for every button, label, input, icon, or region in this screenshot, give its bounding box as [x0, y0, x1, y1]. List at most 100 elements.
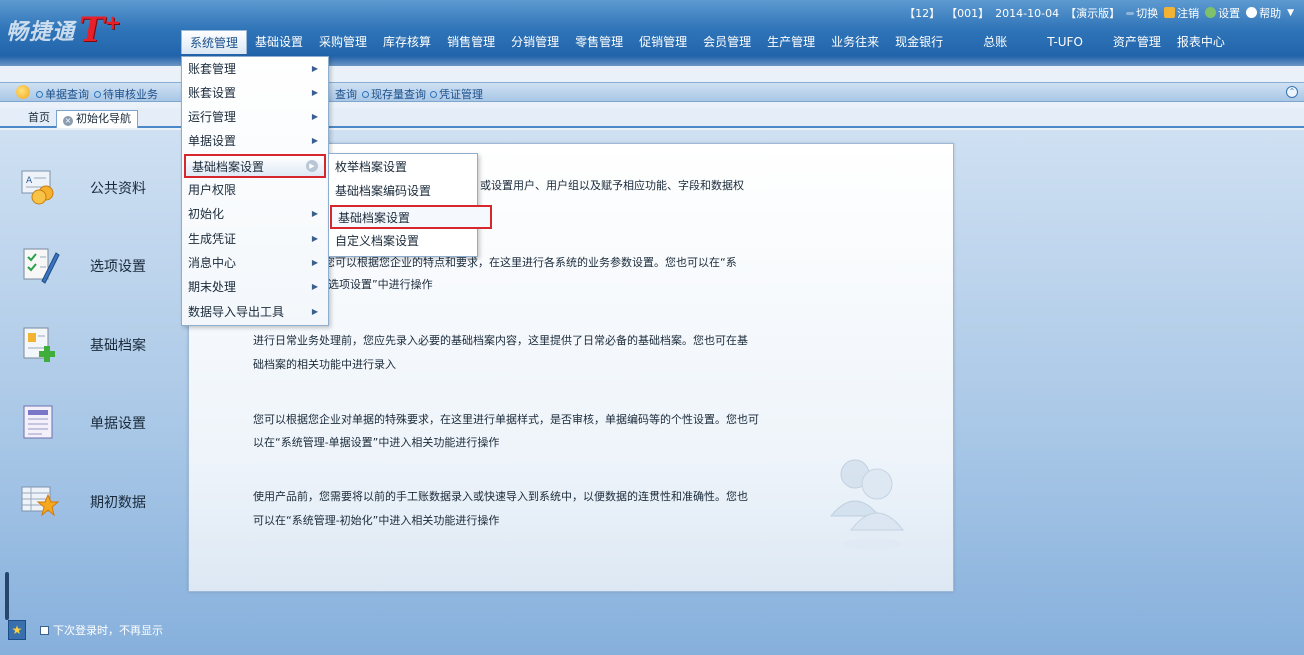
- chevron-right-icon: ▶: [311, 307, 318, 316]
- chevron-right-icon: ▶: [311, 282, 318, 291]
- close-icon[interactable]: ×: [63, 116, 73, 126]
- logout-link[interactable]: 注销: [1164, 5, 1199, 21]
- option-settings-icon: [20, 247, 60, 285]
- chevron-right-icon: ▶: [311, 258, 318, 267]
- dropdown-item-document-settings[interactable]: 单据设置 ▶: [182, 130, 328, 154]
- nav-document-settings[interactable]: 单据设置: [20, 400, 180, 446]
- help-link[interactable]: 帮助: [1246, 5, 1281, 21]
- menu-retail[interactable]: 零售管理: [567, 30, 631, 54]
- guide-text-basic-archives: 进行日常业务处理前，您应先录入必要的基础档案内容，这里提供了日常必备的基础档案。…: [253, 334, 748, 347]
- chevron-right-icon: ▶: [311, 88, 318, 97]
- menu-distribution[interactable]: 分销管理: [503, 30, 567, 54]
- no-show-next-login-checkbox[interactable]: 下次登录时，不再显示: [40, 622, 163, 638]
- guide-text-opening-data: 使用产品前，您需要将以前的手工账数据录入或快速导入到系统中，以便数据的连贯性和准…: [253, 490, 748, 503]
- guide-text-document-settings-2: 以在“系统管理-单据设置”中进入相关功能进行操作: [253, 436, 500, 449]
- quick-link-voucher[interactable]: 凭证管理: [430, 86, 483, 102]
- status-strip: 【12】 【001】 2014-10-04 【演示版】 切换 注销 设置 帮助 …: [904, 5, 1294, 21]
- logo-brand: 畅捷通: [6, 19, 76, 45]
- collapse-icon[interactable]: ⌃: [1286, 86, 1298, 98]
- document-settings-icon: [20, 404, 60, 442]
- menu-promotion[interactable]: 促销管理: [631, 30, 695, 54]
- opening-data-icon: [20, 483, 60, 521]
- dropdown-item-run-management[interactable]: 运行管理 ▶: [182, 106, 328, 130]
- chevron-down-icon[interactable]: ▼: [1287, 8, 1294, 18]
- submenu-item-archive-coding[interactable]: 基础档案编码设置: [329, 180, 477, 204]
- dropdown-item-generate-voucher[interactable]: 生成凭证 ▶: [182, 228, 328, 252]
- favorites-star-icon[interactable]: ★: [8, 620, 26, 640]
- menu-t-ufo[interactable]: T-UFO: [1039, 30, 1091, 54]
- system-management-dropdown: 账套管理 ▶ 账套设置 ▶ 运行管理 ▶ 单据设置 ▶ 基础档案设置 ▶ 用户权限 初始化…: [181, 56, 329, 326]
- bottom-bar: ★ 下次登录时，不再显示: [0, 572, 1304, 655]
- guide-text-basic-archives-2: 础档案的相关功能中进行录入: [253, 358, 396, 371]
- svg-text:A: A: [26, 176, 33, 186]
- submenu-item-basic-archive-settings[interactable]: 基础档案设置: [330, 205, 492, 229]
- switch-icon: [1126, 12, 1135, 15]
- nav-option-settings-label: 选项设置: [90, 259, 146, 275]
- main-menubar: 系统管理 基础设置 采购管理 库存核算 销售管理 分销管理 零售管理 促销管理 …: [181, 30, 1233, 56]
- status-account: 【001】: [946, 7, 990, 20]
- nav-option-settings[interactable]: 选项设置: [20, 243, 180, 289]
- nav-public-data-label: 公共资料: [90, 181, 146, 197]
- status-date: 2014-10-04: [995, 6, 1060, 20]
- menu-reports[interactable]: 报表中心: [1169, 30, 1233, 54]
- nav-public-data[interactable]: A 公共资料: [20, 165, 180, 211]
- basic-archive-submenu: 枚举档案设置 基础档案编码设置 基础档案设置 自定义档案设置: [328, 153, 492, 257]
- quick-link-query[interactable]: 查询: [335, 86, 357, 102]
- guide-text-document-settings: 您可以根据您企业对单据的特殊要求，在这里进行单据样式，是否审核，单据编码等的个性…: [253, 413, 759, 426]
- menu-membership[interactable]: 会员管理: [695, 30, 759, 54]
- dropdown-item-basic-archive-settings[interactable]: 基础档案设置 ▶: [184, 154, 326, 178]
- guide-text-opening-data-2: 可以在“系统管理-初始化”中进入相关功能进行操作: [253, 514, 500, 527]
- tab-home[interactable]: 首页: [22, 110, 56, 128]
- sun-icon: [16, 85, 30, 99]
- chevron-right-icon: ▶: [306, 160, 318, 172]
- checkbox-icon[interactable]: [40, 626, 49, 635]
- menu-cash-bank[interactable]: 现金银行: [887, 30, 951, 54]
- dropdown-item-period-end[interactable]: 期末处理 ▶: [182, 276, 328, 300]
- quick-link-doc-query[interactable]: 单据查询: [36, 86, 89, 102]
- menu-general-ledger[interactable]: 总账: [975, 30, 1015, 54]
- dropdown-item-message-center[interactable]: 消息中心 ▶: [182, 252, 328, 276]
- lock-icon: [1164, 7, 1176, 18]
- menu-assets[interactable]: 资产管理: [1105, 30, 1169, 54]
- menu-production[interactable]: 生产管理: [759, 30, 823, 54]
- nav-opening-data[interactable]: 期初数据: [20, 479, 180, 525]
- chevron-right-icon: ▶: [311, 136, 318, 145]
- dropdown-item-account-settings[interactable]: 账套设置 ▶: [182, 82, 328, 106]
- nav-basic-archives-label: 基础档案: [90, 338, 146, 354]
- favorites-drawer-handle[interactable]: [5, 572, 9, 620]
- menu-inventory[interactable]: 库存核算: [375, 30, 439, 54]
- guide-text-public-data: ，或设置用户、用户组以及赋予相应功能、字段和数据权: [469, 179, 744, 192]
- menu-system-management[interactable]: 系统管理: [181, 30, 248, 54]
- logo-product: T+: [79, 10, 122, 50]
- public-data-icon: A: [20, 169, 60, 207]
- submenu-item-custom-archive[interactable]: 自定义档案设置: [329, 230, 477, 254]
- dropdown-item-data-import-export[interactable]: 数据导入导出工具 ▶: [182, 301, 328, 325]
- gear-icon: [1205, 7, 1217, 18]
- chevron-right-icon: ▶: [311, 112, 318, 121]
- chevron-right-icon: ▶: [311, 64, 318, 73]
- menu-sales[interactable]: 销售管理: [439, 30, 503, 54]
- menu-purchase[interactable]: 采购管理: [311, 30, 375, 54]
- guide-text-option-settings-2: 置-选项设置”中进行操作: [313, 278, 433, 291]
- dropdown-item-initialization[interactable]: 初始化 ▶: [182, 203, 328, 227]
- quick-link-pending[interactable]: 待审核业务: [94, 86, 158, 102]
- nav-document-settings-label: 单据设置: [90, 416, 146, 432]
- switch-link[interactable]: 切换: [1126, 5, 1158, 21]
- basic-archives-icon: [20, 326, 60, 364]
- quick-link-stock-query[interactable]: 现存量查询: [362, 86, 426, 102]
- menu-business[interactable]: 业务往来: [823, 30, 887, 54]
- dropdown-item-user-permissions[interactable]: 用户权限: [182, 179, 328, 203]
- settings-link[interactable]: 设置: [1205, 5, 1240, 21]
- chevron-right-icon: ▶: [311, 234, 318, 243]
- users-watermark-icon: [821, 452, 911, 552]
- help-icon: [1246, 7, 1258, 18]
- app-logo: 畅捷通 T+: [6, 10, 121, 50]
- nav-basic-archives[interactable]: 基础档案: [20, 322, 180, 368]
- nav-opening-data-label: 期初数据: [90, 495, 146, 511]
- tab-init-navigation[interactable]: × 初始化导航: [56, 110, 138, 128]
- submenu-item-enum-archive[interactable]: 枚举档案设置: [329, 156, 477, 180]
- status-edition: 【演示版】: [1065, 7, 1121, 20]
- dropdown-item-account-management[interactable]: 账套管理 ▶: [182, 58, 328, 82]
- menu-basic-settings[interactable]: 基础设置: [247, 30, 311, 54]
- chevron-right-icon: ▶: [311, 209, 318, 218]
